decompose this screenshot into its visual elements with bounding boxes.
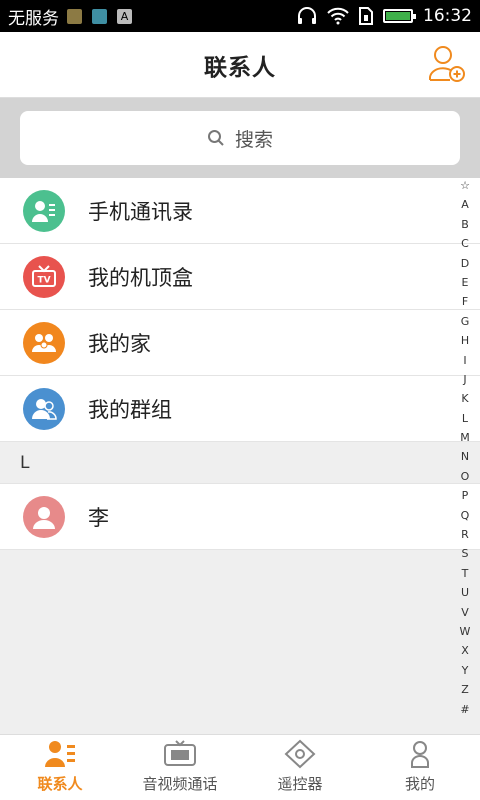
contact-list: 手机通讯录 TV 我的机顶盒 我的家 我的群组 L 李 [0, 178, 480, 550]
carrier-text: 无服务 [8, 8, 59, 29]
video-call-icon [164, 740, 196, 766]
index-letter[interactable]: A [461, 195, 469, 214]
index-letter[interactable]: R [461, 525, 469, 544]
gallery-icon [67, 8, 82, 24]
index-letter[interactable]: X [461, 641, 469, 660]
list-item-set-top-box[interactable]: TV 我的机顶盒 [0, 244, 480, 310]
list-item-label: 我的群组 [88, 397, 172, 422]
phone-contacts-icon [23, 189, 65, 232]
list-item-family[interactable]: 我的家 [0, 310, 480, 376]
search-container: 搜索 [0, 98, 480, 178]
index-letter[interactable]: S [462, 544, 469, 563]
index-letter[interactable]: C [461, 234, 469, 253]
profile-icon [411, 741, 429, 768]
index-letter[interactable]: L [462, 409, 468, 428]
status-bar: 无服务 A 16:32 [0, 0, 480, 32]
list-item-label: 我的家 [88, 331, 151, 356]
list-item-phone-contacts[interactable]: 手机通讯录 [0, 178, 480, 244]
index-letter[interactable]: D [461, 254, 469, 273]
index-letter[interactable]: W [460, 622, 471, 641]
tab-label: 联系人 [37, 775, 83, 793]
a-icon: A [117, 8, 132, 24]
set-top-box-icon: TV [23, 255, 65, 298]
list-item-group[interactable]: 我的群组 [0, 376, 480, 442]
group-icon [23, 387, 65, 430]
index-letter[interactable]: Y [462, 661, 469, 680]
index-letter[interactable]: T [462, 564, 469, 583]
wifi-icon [327, 7, 349, 25]
battery-icon [383, 9, 416, 23]
index-letter[interactable]: E [462, 273, 469, 292]
index-letter[interactable]: K [461, 389, 468, 408]
index-letter[interactable]: F [462, 292, 468, 311]
tab-contacts[interactable]: 联系人 [0, 735, 120, 800]
tab-video-call[interactable]: 音视频通话 [120, 735, 240, 800]
list-item-label: 手机通讯录 [88, 199, 193, 224]
section-header-l: L [0, 442, 480, 484]
headphones-icon [298, 7, 316, 24]
remote-control-icon [284, 739, 316, 769]
index-letter[interactable]: N [461, 447, 469, 466]
photo-icon [92, 8, 107, 24]
app-header: 联系人 [0, 32, 480, 98]
index-letter[interactable]: P [462, 486, 469, 505]
tab-label: 遥控器 [277, 775, 323, 793]
contact-name: 李 [88, 505, 109, 530]
tab-remote-control[interactable]: 遥控器 [240, 735, 360, 800]
person-avatar-icon [23, 495, 65, 538]
search-input[interactable]: 搜索 [20, 111, 460, 165]
index-letter[interactable]: # [460, 700, 469, 719]
contact-row[interactable]: 李 [0, 484, 480, 550]
index-letter[interactable]: H [461, 331, 469, 350]
index-letter[interactable]: G [461, 312, 470, 331]
index-letter[interactable]: J [463, 370, 466, 389]
index-letter[interactable]: ☆ [460, 176, 470, 195]
index-letter[interactable]: O [461, 467, 470, 486]
index-letter[interactable]: V [461, 603, 469, 622]
search-icon [207, 130, 224, 146]
clock: 16:32 [423, 6, 472, 26]
index-letter[interactable]: U [461, 583, 469, 602]
alphabet-index[interactable]: ☆ A B C D E F G H I J K L M N O P Q R S T U V W X Y Z # [458, 176, 472, 719]
bottom-nav: 联系人 音视频通话 遥控器 我的 [0, 734, 480, 800]
svg-text:TV: TV [37, 275, 50, 285]
list-item-label: 我的机顶盒 [88, 265, 193, 290]
add-contact-icon[interactable] [428, 44, 466, 84]
family-icon [23, 321, 65, 364]
page-title: 联系人 [204, 54, 276, 81]
index-letter[interactable]: M [460, 428, 470, 447]
contacts-icon [45, 741, 75, 767]
tab-label: 我的 [404, 775, 435, 793]
index-letter[interactable]: Q [461, 506, 470, 525]
index-letter[interactable]: I [463, 351, 466, 370]
index-letter[interactable]: Z [461, 680, 469, 699]
index-letter[interactable]: B [461, 215, 469, 234]
search-placeholder: 搜索 [234, 128, 273, 151]
sim-icon [359, 7, 373, 25]
tab-profile[interactable]: 我的 [360, 735, 480, 800]
tab-label: 音视频通话 [142, 775, 218, 793]
